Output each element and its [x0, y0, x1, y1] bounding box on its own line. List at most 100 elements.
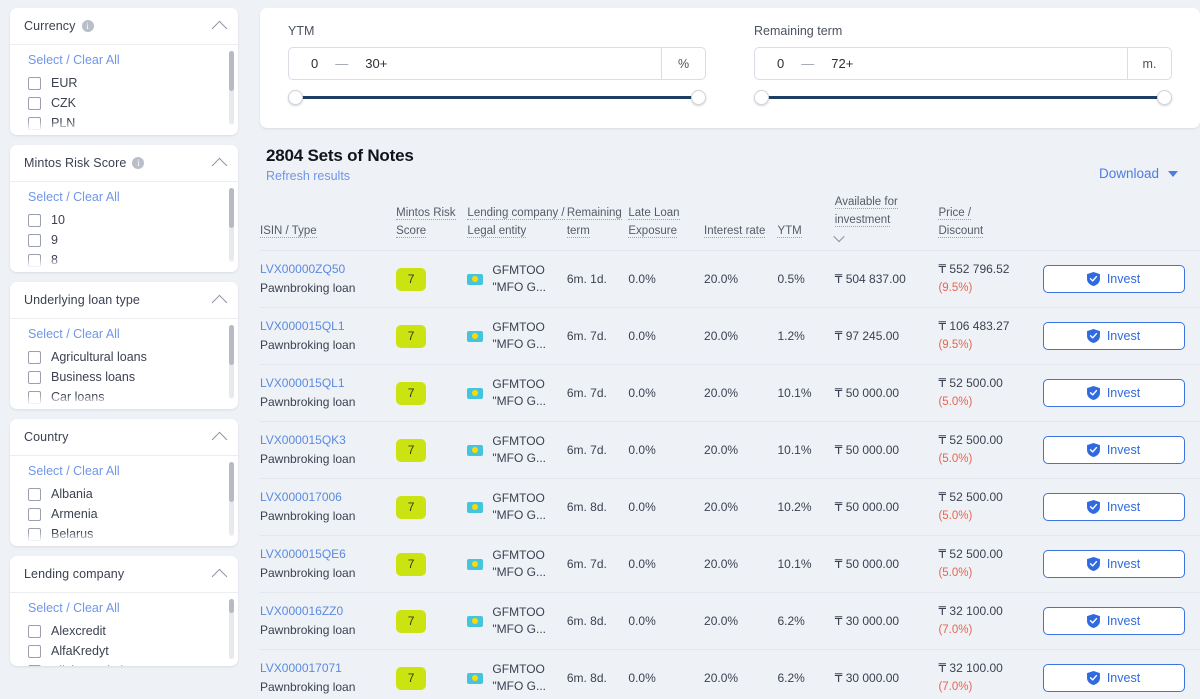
download-button[interactable]: Download	[1099, 166, 1178, 183]
remaining-term-min-value[interactable]: 0	[777, 56, 784, 71]
ytm-range-values[interactable]: 0 — 30+	[289, 48, 661, 79]
column-header-available-for-investment[interactable]: Available for investment	[834, 193, 939, 251]
isin-link[interactable]: LVX000015QL1	[260, 375, 396, 392]
filter-panel-underlying-loan-type-header[interactable]: Underlying loan type	[10, 282, 238, 319]
ytm-slider[interactable]	[288, 86, 706, 108]
panel-scrollbar[interactable]	[229, 325, 234, 399]
filter-option-score-7[interactable]: 7	[10, 270, 238, 272]
invest-button[interactable]: Invest	[1042, 664, 1185, 692]
filter-option-alexcredit[interactable]: Alexcredit	[10, 621, 238, 641]
remaining-term-range-input[interactable]: 0 — 72+ m.	[754, 47, 1172, 80]
table-row[interactable]: LVX000016ZZ0 Pawnbroking loan 7 GFMTOO "MFO…	[260, 592, 1200, 650]
chevron-up-icon[interactable]	[211, 157, 228, 173]
isin-link[interactable]: LVX000015QE6	[260, 546, 396, 563]
isin-link[interactable]: LVX000016ZZ0	[260, 603, 396, 620]
filter-option-business-loans[interactable]: Business loans	[10, 367, 238, 387]
remaining-term-range-values[interactable]: 0 — 72+	[755, 48, 1127, 79]
checkbox-icon[interactable]	[28, 507, 41, 521]
remaining-term-slider-max-handle[interactable]	[1157, 90, 1172, 105]
filter-option-eur[interactable]: EUR	[10, 73, 238, 93]
checkbox-icon[interactable]	[28, 644, 41, 658]
chevron-up-icon[interactable]	[211, 568, 228, 584]
table-row[interactable]: LVX000017071 Pawnbroking loan 7 GFMTOO "MFO…	[260, 649, 1200, 699]
chevron-up-icon[interactable]	[211, 294, 228, 310]
info-icon[interactable]: i	[81, 20, 94, 32]
column-header-mintos-risk-score[interactable]: Mintos Risk Score	[396, 193, 467, 251]
panel-scrollbar[interactable]	[229, 51, 234, 125]
checkbox-icon[interactable]	[28, 350, 41, 364]
remaining-term-slider-min-handle[interactable]	[754, 90, 769, 105]
column-header-late-loan-exposure[interactable]: Late Loan Exposure	[628, 193, 704, 251]
table-row[interactable]: LVX00000ZQ50 Pawnbroking loan 7 GFMTOO "MFO…	[260, 250, 1200, 308]
filter-option-agricultural-loans[interactable]: Agricultural loans	[10, 347, 238, 367]
column-header-interest-rate[interactable]: Interest rate	[704, 193, 777, 251]
info-icon[interactable]: i	[132, 157, 145, 169]
checkbox-icon[interactable]	[28, 96, 41, 110]
select-clear-all-link[interactable]: Select / Clear All	[10, 327, 238, 347]
select-clear-all-link[interactable]: Select / Clear All	[10, 464, 238, 484]
checkbox-icon[interactable]	[28, 390, 41, 404]
filter-option-score-8[interactable]: 8	[10, 250, 238, 270]
filter-option-dkk[interactable]: DKK	[10, 133, 238, 135]
select-clear-all-link[interactable]: Select / Clear All	[10, 53, 238, 73]
table-row[interactable]: LVX000015QK3 Pawnbroking loan 7 GFMTOO "MFO…	[260, 421, 1200, 479]
filter-option-albania[interactable]: Albania	[10, 484, 238, 504]
sort-descending-icon[interactable]	[835, 234, 845, 240]
remaining-term-max-value[interactable]: 72+	[831, 56, 853, 71]
refresh-results-link[interactable]: Refresh results	[266, 169, 414, 183]
checkbox-icon[interactable]	[28, 76, 41, 90]
table-row[interactable]: LVX000015QE6 Pawnbroking loan 7 GFMTOO "MFO…	[260, 535, 1200, 593]
filter-panel-country-header[interactable]: Country	[10, 419, 238, 456]
select-clear-all-link[interactable]: Select / Clear All	[10, 190, 238, 210]
isin-link[interactable]: LVX00000ZQ50	[260, 261, 396, 278]
chevron-up-icon[interactable]	[211, 431, 228, 447]
isin-link[interactable]: LVX000017006	[260, 489, 396, 506]
ytm-max-value[interactable]: 30+	[365, 56, 387, 71]
invest-button[interactable]: Invest	[1042, 436, 1185, 464]
isin-link[interactable]: LVX000015QK3	[260, 432, 396, 449]
filter-panel-mintos-risk-score-header[interactable]: Mintos Risk Score i	[10, 145, 238, 182]
invest-button[interactable]: Invest	[1042, 550, 1185, 578]
checkbox-icon[interactable]	[28, 527, 41, 541]
column-header-isin[interactable]: ISIN / Type	[260, 193, 396, 251]
checkbox-icon[interactable]	[28, 487, 41, 501]
ytm-range-input[interactable]: 0 — 30+ %	[288, 47, 706, 80]
filter-option-car-loans[interactable]: Car loans	[10, 387, 238, 407]
column-header-price-discount[interactable]: Price / Discount	[938, 193, 1027, 251]
invest-button[interactable]: Invest	[1042, 265, 1185, 293]
panel-scrollbar[interactable]	[229, 188, 234, 262]
checkbox-icon[interactable]	[28, 116, 41, 130]
checkbox-icon[interactable]	[28, 624, 41, 638]
invest-button[interactable]: Invest	[1042, 379, 1185, 407]
filter-option-bosnia-and-herzegovina[interactable]: Bosnia And Herzegovina	[10, 544, 238, 546]
filter-option-score-10[interactable]: 10	[10, 210, 238, 230]
filter-option-invoice-financings[interactable]: Invoice financings	[10, 407, 238, 409]
chevron-down-icon[interactable]	[1168, 170, 1178, 177]
checkbox-icon[interactable]	[28, 370, 41, 384]
filter-option-alivio-capital[interactable]: Alivio Capital	[10, 661, 238, 666]
filter-panel-lending-company-header[interactable]: Lending company	[10, 556, 238, 593]
isin-link[interactable]: LVX000017071	[260, 660, 396, 677]
filter-option-belarus[interactable]: Belarus	[10, 524, 238, 544]
ytm-slider-min-handle[interactable]	[288, 90, 303, 105]
panel-scrollbar[interactable]	[229, 599, 234, 659]
checkbox-icon[interactable]	[28, 664, 41, 666]
invest-button[interactable]: Invest	[1042, 322, 1185, 350]
table-row[interactable]: LVX000015QL1 Pawnbroking loan 7 GFMTOO "MFO…	[260, 307, 1200, 365]
select-clear-all-link[interactable]: Select / Clear All	[10, 601, 238, 621]
filter-option-alfakredyt[interactable]: AlfaKredyt	[10, 641, 238, 661]
column-header-remaining-term[interactable]: Remaining term	[566, 193, 629, 251]
table-row[interactable]: LVX000017006 Pawnbroking loan 7 GFMTOO "MFO…	[260, 478, 1200, 536]
chevron-up-icon[interactable]	[211, 20, 228, 36]
filter-option-score-9[interactable]: 9	[10, 230, 238, 250]
filter-option-czk[interactable]: CZK	[10, 93, 238, 113]
ytm-slider-max-handle[interactable]	[691, 90, 706, 105]
checkbox-icon[interactable]	[28, 253, 41, 267]
invest-button[interactable]: Invest	[1042, 607, 1185, 635]
table-row[interactable]: LVX000015QL1 Pawnbroking loan 7 GFMTOO "MFO…	[260, 364, 1200, 422]
ytm-min-value[interactable]: 0	[311, 56, 318, 71]
remaining-term-slider[interactable]	[754, 86, 1172, 108]
filter-option-armenia[interactable]: Armenia	[10, 504, 238, 524]
filter-option-pln[interactable]: PLN	[10, 113, 238, 133]
checkbox-icon[interactable]	[28, 233, 41, 247]
